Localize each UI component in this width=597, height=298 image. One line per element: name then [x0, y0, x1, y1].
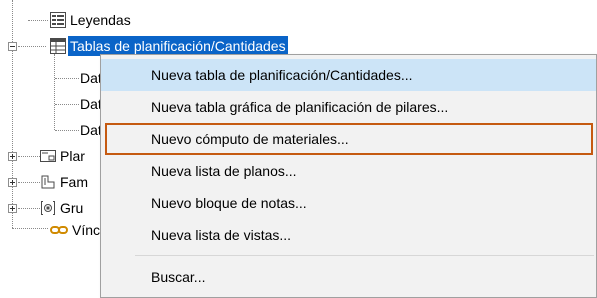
- tree-item-familias[interactable]: Fam: [40, 172, 100, 192]
- menu-item-new-schedule[interactable]: Nueva tabla de planificación/Cantidades.…: [101, 59, 596, 91]
- tree-line: [18, 182, 40, 183]
- menu-item-new-view-list[interactable]: Nueva lista de vistas...: [101, 219, 596, 251]
- tree-item-label: Plar: [60, 148, 85, 164]
- menu-item-label: Nueva tabla de planificación/Cantidades.…: [151, 67, 413, 83]
- menu-item-label: Nuevo cómputo de materiales...: [151, 131, 349, 147]
- menu-item-new-column-schedule[interactable]: Nueva tabla gráfica de planificación de …: [101, 91, 596, 123]
- menu-item-new-material-takeoff[interactable]: Nuevo cómputo de materiales...: [105, 123, 593, 155]
- tree-line: [54, 54, 55, 130]
- menu-item-label: Buscar...: [151, 269, 206, 285]
- tree-item-label: Tablas de planificación/Cantidades: [68, 36, 288, 56]
- tree-item-label: Leyendas: [70, 12, 131, 28]
- tree-line: [55, 78, 79, 79]
- context-menu: Nueva tabla de planificación/Cantidades.…: [100, 54, 597, 298]
- expand-toggle-icon[interactable]: [8, 204, 17, 213]
- tree-line: [18, 156, 40, 157]
- expand-toggle-icon[interactable]: [8, 152, 17, 161]
- tree-line: [12, 228, 48, 229]
- tree-item-planos[interactable]: Plar: [40, 146, 100, 166]
- tree-line: [28, 20, 48, 21]
- menu-item-label: Nueva tabla gráfica de planificación de …: [151, 99, 449, 115]
- menu-item-new-sheet-list[interactable]: Nueva lista de planos...: [101, 155, 596, 187]
- menu-item-label: Nueva lista de planos...: [151, 163, 297, 179]
- group-icon: [40, 200, 56, 216]
- menu-item-label: Nuevo bloque de notas...: [151, 195, 307, 211]
- tree-item-label: Dat: [80, 96, 102, 112]
- schedule-table-icon: [50, 38, 66, 54]
- tree-item-label: Vínc: [72, 222, 101, 238]
- collapse-toggle-icon[interactable]: [8, 42, 17, 51]
- sheet-icon: [40, 148, 56, 164]
- tree-item-leyendas[interactable]: Leyendas: [50, 10, 250, 30]
- family-icon: [40, 174, 56, 190]
- tree-line: [55, 130, 79, 131]
- tree-line: [18, 46, 46, 47]
- link-icon: [50, 222, 68, 238]
- tree-item-label: Dat: [80, 70, 102, 86]
- expand-toggle-icon[interactable]: [8, 178, 17, 187]
- menu-item-label: Nueva lista de vistas...: [151, 227, 292, 243]
- menu-separator: [135, 255, 594, 256]
- tree-item-label: Gru: [60, 200, 84, 216]
- tree-item-tablas[interactable]: Tablas de planificación/Cantidades: [50, 36, 350, 56]
- menu-item-search[interactable]: Buscar...: [101, 261, 596, 293]
- tree-item-grupos[interactable]: Gru: [40, 198, 100, 218]
- legend-icon: [50, 12, 66, 28]
- tree-line: [12, 0, 13, 228]
- tree-line: [18, 208, 40, 209]
- menu-item-new-note-block[interactable]: Nuevo bloque de notas...: [101, 187, 596, 219]
- tree-item-label: Fam: [60, 174, 88, 190]
- tree-item-label: Dat: [80, 122, 102, 138]
- tree-line: [55, 104, 79, 105]
